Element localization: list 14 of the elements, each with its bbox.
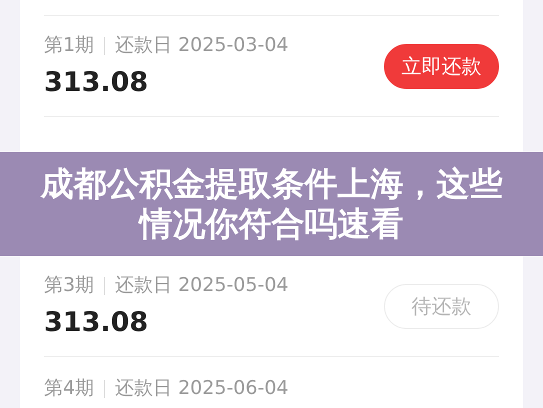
- repay-button[interactable]: 立即还款: [384, 44, 499, 88]
- amount: 313.08: [44, 69, 150, 96]
- banner-title: 成都公积金提取条件上海，这些情况你符合吗速看: [40, 164, 503, 244]
- due-date: 2025-05-04: [178, 276, 289, 295]
- due-date-label: 还款日: [115, 379, 172, 398]
- due-date-label: 还款日: [115, 36, 172, 55]
- due-date: 2025-06-04: [178, 379, 289, 398]
- amount: 313.08: [44, 309, 150, 336]
- period-label: 第1期: [44, 36, 94, 55]
- repay-button[interactable]: 待还款: [384, 284, 499, 328]
- period-label: 第3期: [44, 276, 94, 295]
- due-date: 2025-03-04: [178, 36, 289, 55]
- due-date-label: 还款日: [115, 276, 172, 295]
- period-label: 第4期: [44, 379, 94, 398]
